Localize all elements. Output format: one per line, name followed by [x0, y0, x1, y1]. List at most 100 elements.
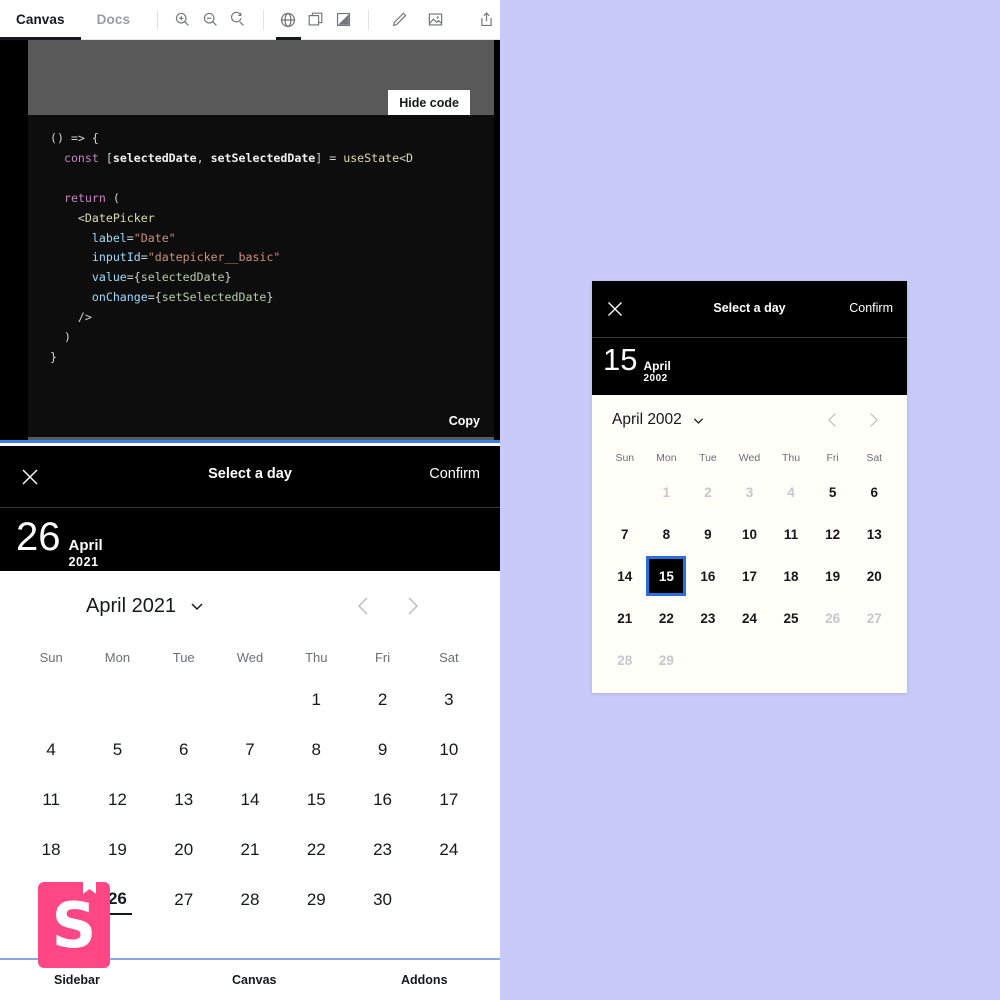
- day-cell[interactable]: 12: [84, 775, 150, 825]
- chevron-right-icon[interactable]: [865, 410, 881, 430]
- day-number: 15: [646, 556, 687, 596]
- day-cell[interactable]: 17: [729, 555, 771, 597]
- confirm-button[interactable]: Confirm: [849, 301, 893, 315]
- day-cell[interactable]: 3: [416, 675, 482, 725]
- weekday-label: Thu: [782, 452, 801, 464]
- day-cell[interactable]: 10: [729, 513, 771, 555]
- day-cell[interactable]: 11: [770, 513, 812, 555]
- bottom-nav-addons[interactable]: Addons: [401, 973, 448, 987]
- day-number: 3: [444, 690, 454, 709]
- zoom-out-icon[interactable]: [200, 7, 222, 33]
- day-number: 12: [107, 790, 127, 809]
- contrast-icon[interactable]: [333, 7, 355, 33]
- day-cell[interactable]: 2: [349, 675, 415, 725]
- datepicker-right-day-grid[interactable]: 1 2 3 4 5 6 7 8 9 10 11 12 13 14 15 16 17 18 19 20 21 22 23 24 2…: [604, 471, 895, 681]
- day-cell[interactable]: 22: [283, 825, 349, 875]
- day-cell[interactable]: 11: [18, 775, 84, 825]
- day-number: 5: [828, 484, 837, 500]
- day-cell[interactable]: 20: [151, 825, 217, 875]
- bottom-nav-sidebar[interactable]: Sidebar: [54, 973, 100, 987]
- chevron-left-icon[interactable]: [825, 410, 841, 430]
- day-cell[interactable]: 5: [812, 471, 854, 513]
- day-cell[interactable]: 9: [349, 725, 415, 775]
- day-cell[interactable]: 19: [812, 555, 854, 597]
- day-cell[interactable]: 8: [646, 513, 688, 555]
- selected-month-year: April 2021: [69, 537, 103, 569]
- day-cell[interactable]: 24: [729, 597, 771, 639]
- pencil-icon[interactable]: [388, 7, 410, 33]
- grid-globe-icon[interactable]: [275, 7, 301, 40]
- day-cell[interactable]: 19: [84, 825, 150, 875]
- day-cell[interactable]: 14: [217, 775, 283, 825]
- day-cell[interactable]: 21: [604, 597, 646, 639]
- day-cell[interactable]: 13: [151, 775, 217, 825]
- day-cell[interactable]: 4: [18, 725, 84, 775]
- day-cell[interactable]: 20: [853, 555, 895, 597]
- day-cell[interactable]: 10: [416, 725, 482, 775]
- chevron-right-icon[interactable]: [402, 594, 422, 618]
- stage-bottom-accent-line: [0, 440, 500, 443]
- day-number: 12: [825, 526, 841, 542]
- datepicker-right-titlebar: Select a day Confirm: [592, 281, 907, 338]
- day-cell[interactable]: 25: [770, 597, 812, 639]
- day-cell[interactable]: 6: [853, 471, 895, 513]
- day-cell-empty: [729, 639, 771, 681]
- day-cell[interactable]: 18: [770, 555, 812, 597]
- zoom-in-icon[interactable]: [172, 7, 194, 33]
- day-number: 8: [662, 526, 671, 542]
- day-cell[interactable]: 22: [646, 597, 688, 639]
- hide-code-button[interactable]: Hide code: [388, 90, 470, 117]
- measure-icon[interactable]: [305, 7, 327, 33]
- copy-button[interactable]: Copy: [434, 407, 494, 435]
- day-cell[interactable]: 23: [687, 597, 729, 639]
- day-cell[interactable]: 12: [812, 513, 854, 555]
- image-icon[interactable]: [425, 7, 447, 33]
- chevron-down-icon[interactable]: [188, 597, 206, 615]
- day-cell[interactable]: 21: [217, 825, 283, 875]
- day-cell[interactable]: 24: [416, 825, 482, 875]
- datepicker-left-title: Select a day: [208, 466, 292, 482]
- day-cell[interactable]: 30: [349, 875, 415, 925]
- zoom-reset-icon[interactable]: [227, 7, 249, 33]
- day-number: 11: [42, 790, 60, 809]
- chevron-left-icon[interactable]: [354, 594, 374, 618]
- month-year-label[interactable]: April 2002: [612, 411, 682, 429]
- day-cell: 28: [604, 639, 646, 681]
- day-cell[interactable]: 13: [853, 513, 895, 555]
- day-cell[interactable]: 29: [283, 875, 349, 925]
- day-cell[interactable]: 27: [151, 875, 217, 925]
- day-number: 19: [107, 840, 127, 859]
- confirm-button[interactable]: Confirm: [429, 466, 480, 482]
- day-cell[interactable]: 17: [416, 775, 482, 825]
- weekday-label: Sun: [615, 452, 635, 464]
- share-icon[interactable]: [475, 7, 497, 33]
- day-cell[interactable]: 9: [687, 513, 729, 555]
- day-cell[interactable]: 7: [217, 725, 283, 775]
- bottom-nav-canvas[interactable]: Canvas: [232, 973, 276, 987]
- toolbar-divider-3: [368, 9, 370, 30]
- day-cell[interactable]: 15: [646, 555, 688, 597]
- chevron-down-icon[interactable]: [691, 413, 706, 428]
- day-cell[interactable]: 18: [18, 825, 84, 875]
- day-cell-empty: [416, 875, 482, 925]
- day-cell[interactable]: 7: [604, 513, 646, 555]
- day-cell: 3: [729, 471, 771, 513]
- day-cell[interactable]: 14: [604, 555, 646, 597]
- month-year-label[interactable]: April 2021: [86, 595, 176, 618]
- day-cell[interactable]: 16: [349, 775, 415, 825]
- day-cell[interactable]: 8: [283, 725, 349, 775]
- day-cell[interactable]: 15: [283, 775, 349, 825]
- day-number: 23: [373, 840, 393, 859]
- day-number: 4: [46, 740, 56, 759]
- datepicker-right-weekday-row: Sun Mon Tue Wed Thu Fri Sat: [604, 445, 895, 471]
- day-cell[interactable]: 1: [283, 675, 349, 725]
- day-cell[interactable]: 23: [349, 825, 415, 875]
- day-cell[interactable]: 28: [217, 875, 283, 925]
- day-number: 6: [178, 740, 189, 759]
- day-cell[interactable]: 6: [151, 725, 217, 775]
- datepicker-left-titlebar: Select a day Confirm: [0, 446, 500, 508]
- day-cell[interactable]: 16: [687, 555, 729, 597]
- tab-docs[interactable]: Docs: [81, 0, 146, 40]
- day-cell[interactable]: 5: [84, 725, 150, 775]
- tab-canvas[interactable]: Canvas: [0, 0, 81, 40]
